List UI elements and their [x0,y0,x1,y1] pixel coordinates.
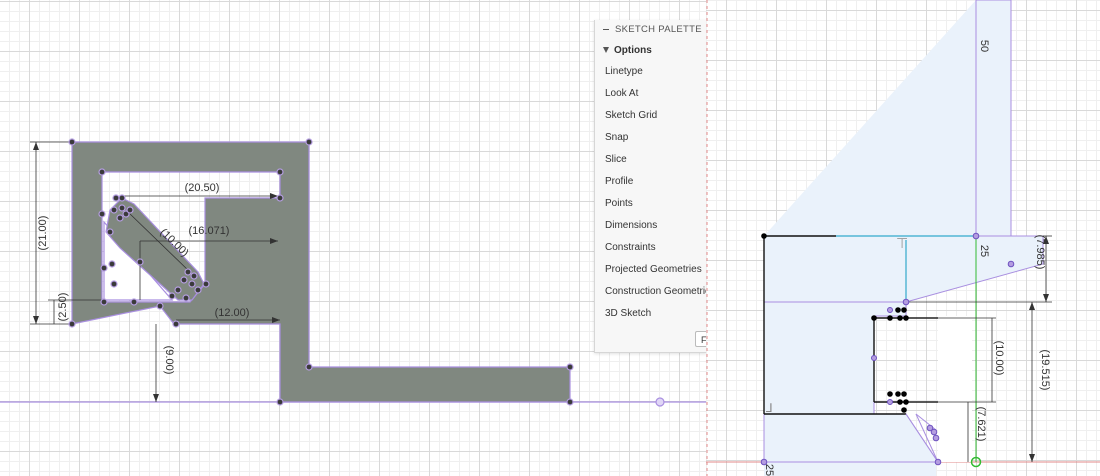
palette-header[interactable]: SKETCH PALETTE [595,20,707,40]
vertical-stem [975,0,1012,237]
option-snap[interactable]: Snap [595,127,707,149]
options-label: Options [614,45,652,56]
dim-21-00[interactable]: (21.00) [37,216,49,251]
dim-2-50[interactable]: (2.50) [57,293,69,322]
lower-body [763,301,939,463]
palette-title: SKETCH PALETTE [615,24,702,35]
dim-25-bottom[interactable]: 25 [763,464,775,476]
dim-25-vertical[interactable]: 25 [978,245,990,257]
options-section-header[interactable]: Options [595,40,707,61]
dim-20-50[interactable]: (20.50) [185,182,220,194]
option-constraints[interactable]: Constraints [595,237,707,259]
option-profile[interactable]: Profile [595,171,707,193]
dim-7-985[interactable]: (7.985) [1034,235,1046,270]
axis-endpoint [655,397,665,407]
option-projected-geometries[interactable]: Projected Geometries [595,259,707,281]
option-dimensions[interactable]: Dimensions [595,215,707,237]
option-look-at[interactable]: Look At [595,83,707,105]
option-sketch-grid[interactable]: Sketch Grid [595,105,707,127]
dim-10-00[interactable]: (10.00) [993,341,1005,376]
dim-9-00[interactable]: (9.00) [163,346,175,375]
dim-16-071[interactable]: (16.071) [189,225,230,237]
collapse-icon[interactable] [603,28,609,31]
sketch-palette: SKETCH PALETTE Options Linetype Look At … [594,20,707,353]
option-points[interactable]: Points [595,193,707,215]
perpendicular-constraint-icon[interactable]: ⊤ [896,236,908,252]
dim-19-515[interactable]: (19.515) [1039,350,1051,391]
triangle-down-icon [603,47,609,54]
dim-7-621[interactable]: (7.621) [975,407,987,442]
option-slice[interactable]: Slice [595,149,707,171]
option-linetype[interactable]: Linetype [595,61,707,83]
right-sketch[interactable]: ⊤ ⅃ 50 25 (7.985) (19.515) (10.00) (7.62… [706,0,1100,476]
horizontal-constraint-icon[interactable]: ⅃ [765,401,773,415]
right-canvas[interactable]: ⊤ ⅃ 50 25 (7.985) (19.515) (10.00) (7.62… [706,0,1100,476]
dim-50[interactable]: 50 [978,40,990,52]
dim-12-00[interactable]: (12.00) [215,307,250,319]
option-construction-geometries[interactable]: Construction Geometries [595,281,707,303]
option-3d-sketch[interactable]: 3D Sketch [595,303,707,325]
